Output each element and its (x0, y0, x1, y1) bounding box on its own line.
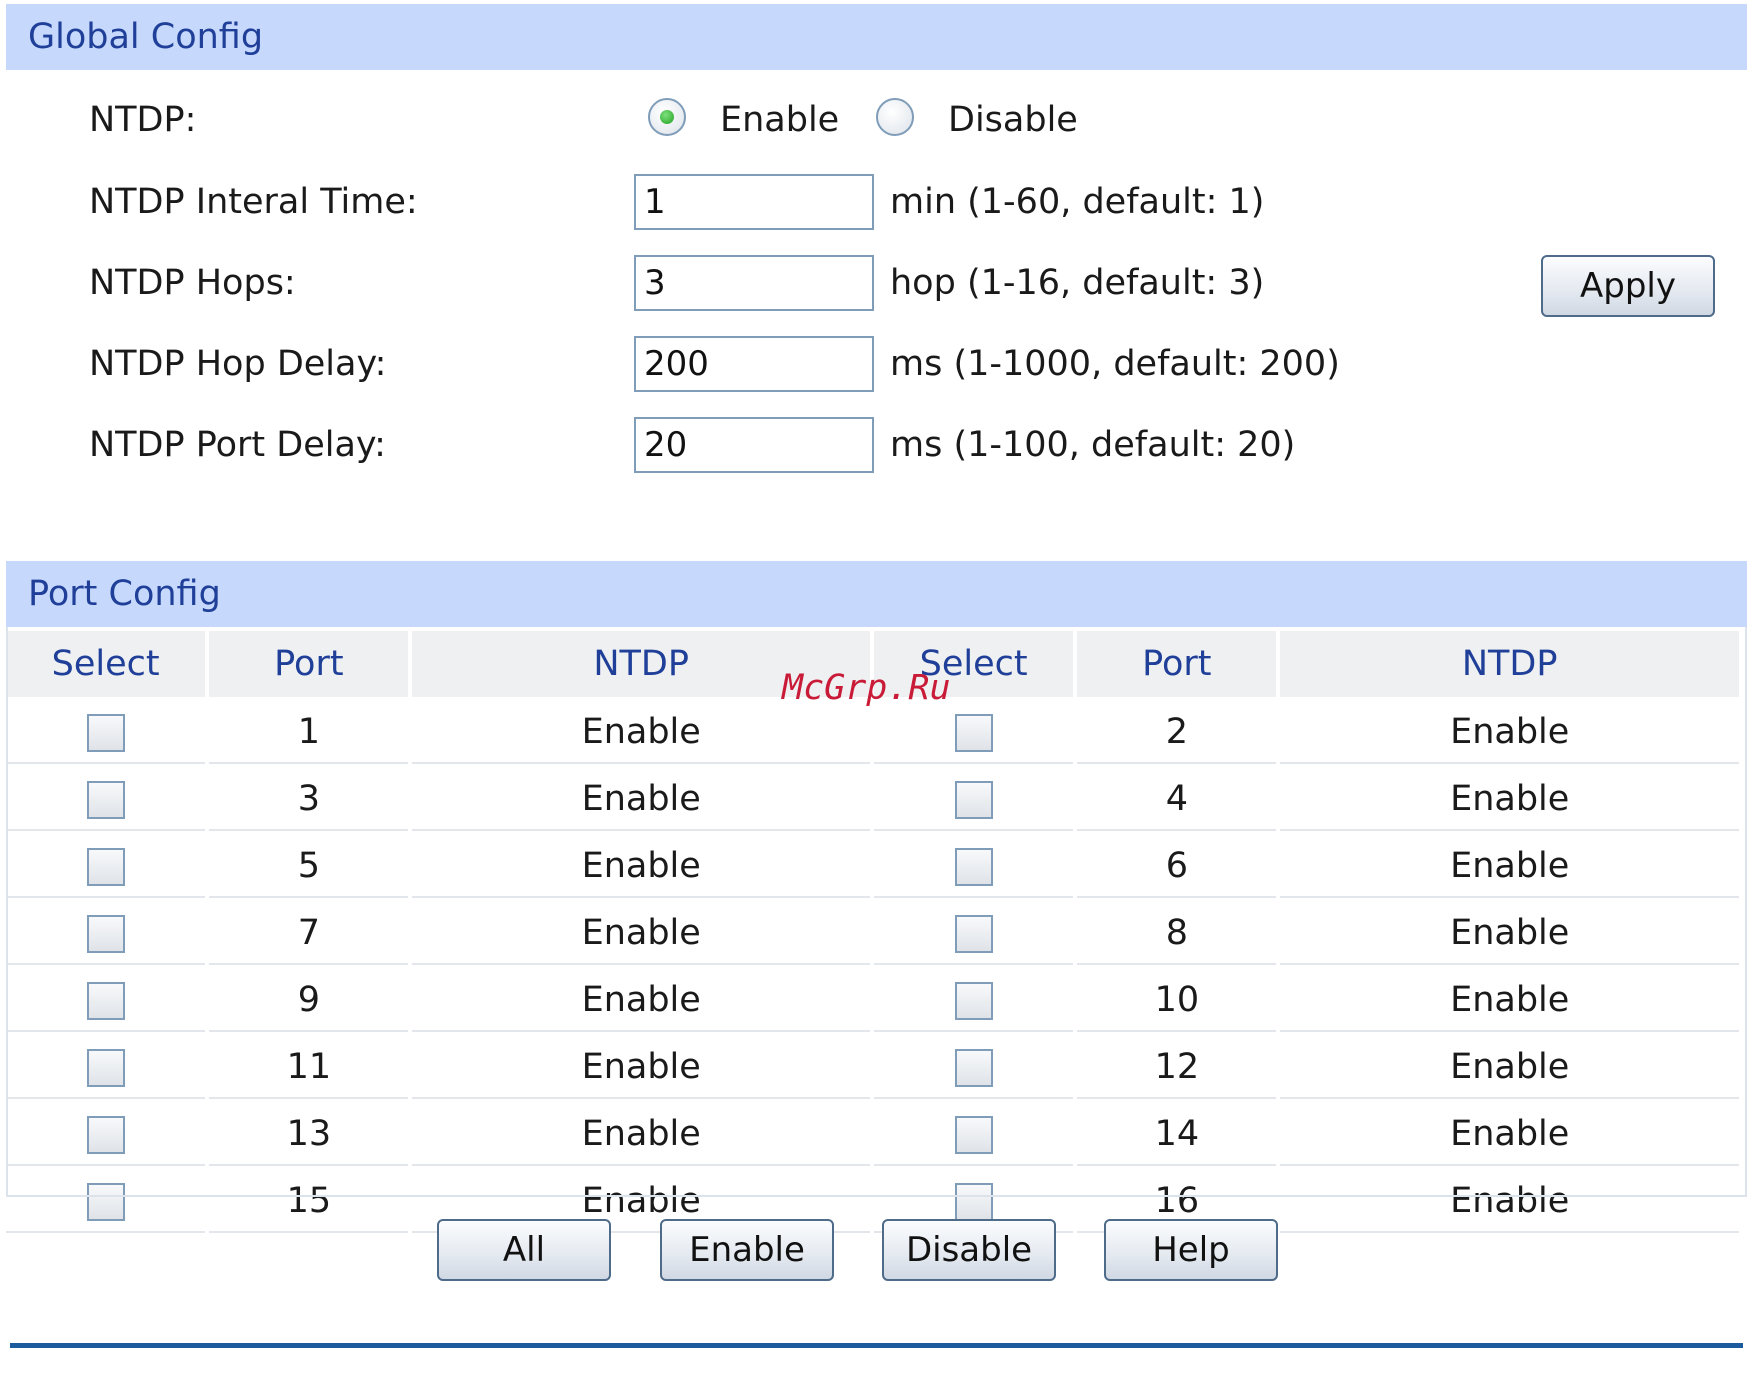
ntdp-enable-label[interactable]: Enable (720, 100, 839, 140)
port-select-checkbox[interactable] (954, 1048, 993, 1087)
port-select-checkbox[interactable] (86, 713, 125, 752)
ntdp-status: Enable (1280, 969, 1739, 1032)
ntdp-status: Enable (412, 835, 870, 898)
column-header: Select (6, 631, 206, 697)
table-row: 11 Enable 12 Enable (6, 1036, 1739, 1099)
column-header: Port (1077, 631, 1277, 697)
ntdp-status: Enable (1280, 835, 1739, 898)
table-row: 5 Enable 6 Enable (6, 835, 1739, 898)
port-number: 13 (209, 1103, 409, 1166)
ntdp-status: Enable (1280, 1036, 1739, 1099)
hops-input[interactable] (634, 255, 874, 311)
global-config-header: Global Config (6, 4, 1747, 70)
port-delay-hint: ms (1-100, default: 20) (890, 425, 1296, 465)
port-select-checkbox[interactable] (86, 1115, 125, 1154)
port-config-header: Port Config (6, 561, 1747, 627)
port-select-checkbox[interactable] (954, 780, 993, 819)
port-number: 11 (209, 1036, 409, 1099)
hops-hint: hop (1-16, default: 3) (890, 263, 1265, 303)
hops-label: NTDP Hops: (89, 263, 296, 303)
ntdp-status: Enable (412, 902, 870, 965)
port-number: 1 (209, 701, 409, 764)
port-select-checkbox[interactable] (86, 1182, 125, 1221)
hop-delay-input[interactable] (634, 336, 874, 392)
column-header: Port (209, 631, 409, 697)
port-select-checkbox[interactable] (954, 1182, 993, 1221)
port-delay-input[interactable] (634, 417, 874, 473)
ntdp-status: Enable (412, 1103, 870, 1166)
help-button[interactable]: Help (1104, 1219, 1278, 1281)
port-number: 5 (209, 835, 409, 898)
bottom-divider (10, 1343, 1743, 1348)
select-all-button[interactable]: All (437, 1219, 611, 1281)
port-number: 15 (209, 1170, 409, 1233)
port-number: 12 (1077, 1036, 1277, 1099)
port-config-table: Select Port NTDP Select Port NTDP 1 Enab… (2, 627, 1743, 1237)
ntdp-status: Enable (412, 1036, 870, 1099)
ntdp-status: Enable (1280, 701, 1739, 764)
port-select-checkbox[interactable] (954, 1115, 993, 1154)
port-select-checkbox[interactable] (86, 847, 125, 886)
port-number: 3 (209, 768, 409, 831)
ntdp-status: Enable (412, 768, 870, 831)
ntdp-enable-radio[interactable] (648, 98, 686, 136)
port-select-checkbox[interactable] (954, 847, 993, 886)
hop-delay-label: NTDP Hop Delay: (89, 344, 387, 384)
table-row: 9 Enable 10 Enable (6, 969, 1739, 1032)
port-select-checkbox[interactable] (86, 981, 125, 1020)
table-row: 7 Enable 8 Enable (6, 902, 1739, 965)
port-number: 10 (1077, 969, 1277, 1032)
port-number: 4 (1077, 768, 1277, 831)
port-number: 9 (209, 969, 409, 1032)
table-row: 15 Enable 16 Enable (6, 1170, 1739, 1233)
hop-delay-hint: ms (1-1000, default: 200) (890, 344, 1340, 384)
port-select-checkbox[interactable] (954, 713, 993, 752)
ntdp-status: Enable (412, 701, 870, 764)
port-select-checkbox[interactable] (954, 914, 993, 953)
interval-time-hint: min (1-60, default: 1) (890, 182, 1265, 222)
port-select-checkbox[interactable] (86, 1048, 125, 1087)
port-select-checkbox[interactable] (86, 780, 125, 819)
apply-button[interactable]: Apply (1541, 255, 1715, 317)
interval-time-label: NTDP Interal Time: (89, 182, 418, 222)
port-delay-label: NTDP Port Delay: (89, 425, 386, 465)
ntdp-label: NTDP: (89, 100, 197, 140)
ntdp-disable-label[interactable]: Disable (948, 100, 1078, 140)
port-number: 7 (209, 902, 409, 965)
ntdp-disable-radio[interactable] (876, 98, 914, 136)
ntdp-status: Enable (1280, 1170, 1739, 1233)
port-number: 2 (1077, 701, 1277, 764)
port-number: 8 (1077, 902, 1277, 965)
ntdp-status: Enable (1280, 1103, 1739, 1166)
ntdp-status: Enable (1280, 768, 1739, 831)
interval-time-input[interactable] (634, 174, 874, 230)
enable-button[interactable]: Enable (660, 1219, 834, 1281)
ntdp-status: Enable (412, 969, 870, 1032)
ntdp-status: Enable (1280, 902, 1739, 965)
table-row: 13 Enable 14 Enable (6, 1103, 1739, 1166)
port-number: 14 (1077, 1103, 1277, 1166)
port-select-checkbox[interactable] (86, 914, 125, 953)
port-number: 6 (1077, 835, 1277, 898)
watermark: McGrp.Ru (782, 668, 951, 708)
port-select-checkbox[interactable] (954, 981, 993, 1020)
table-row: 3 Enable 4 Enable (6, 768, 1739, 831)
column-header: NTDP (1280, 631, 1739, 697)
disable-button[interactable]: Disable (882, 1219, 1056, 1281)
table-row: 1 Enable 2 Enable (6, 701, 1739, 764)
